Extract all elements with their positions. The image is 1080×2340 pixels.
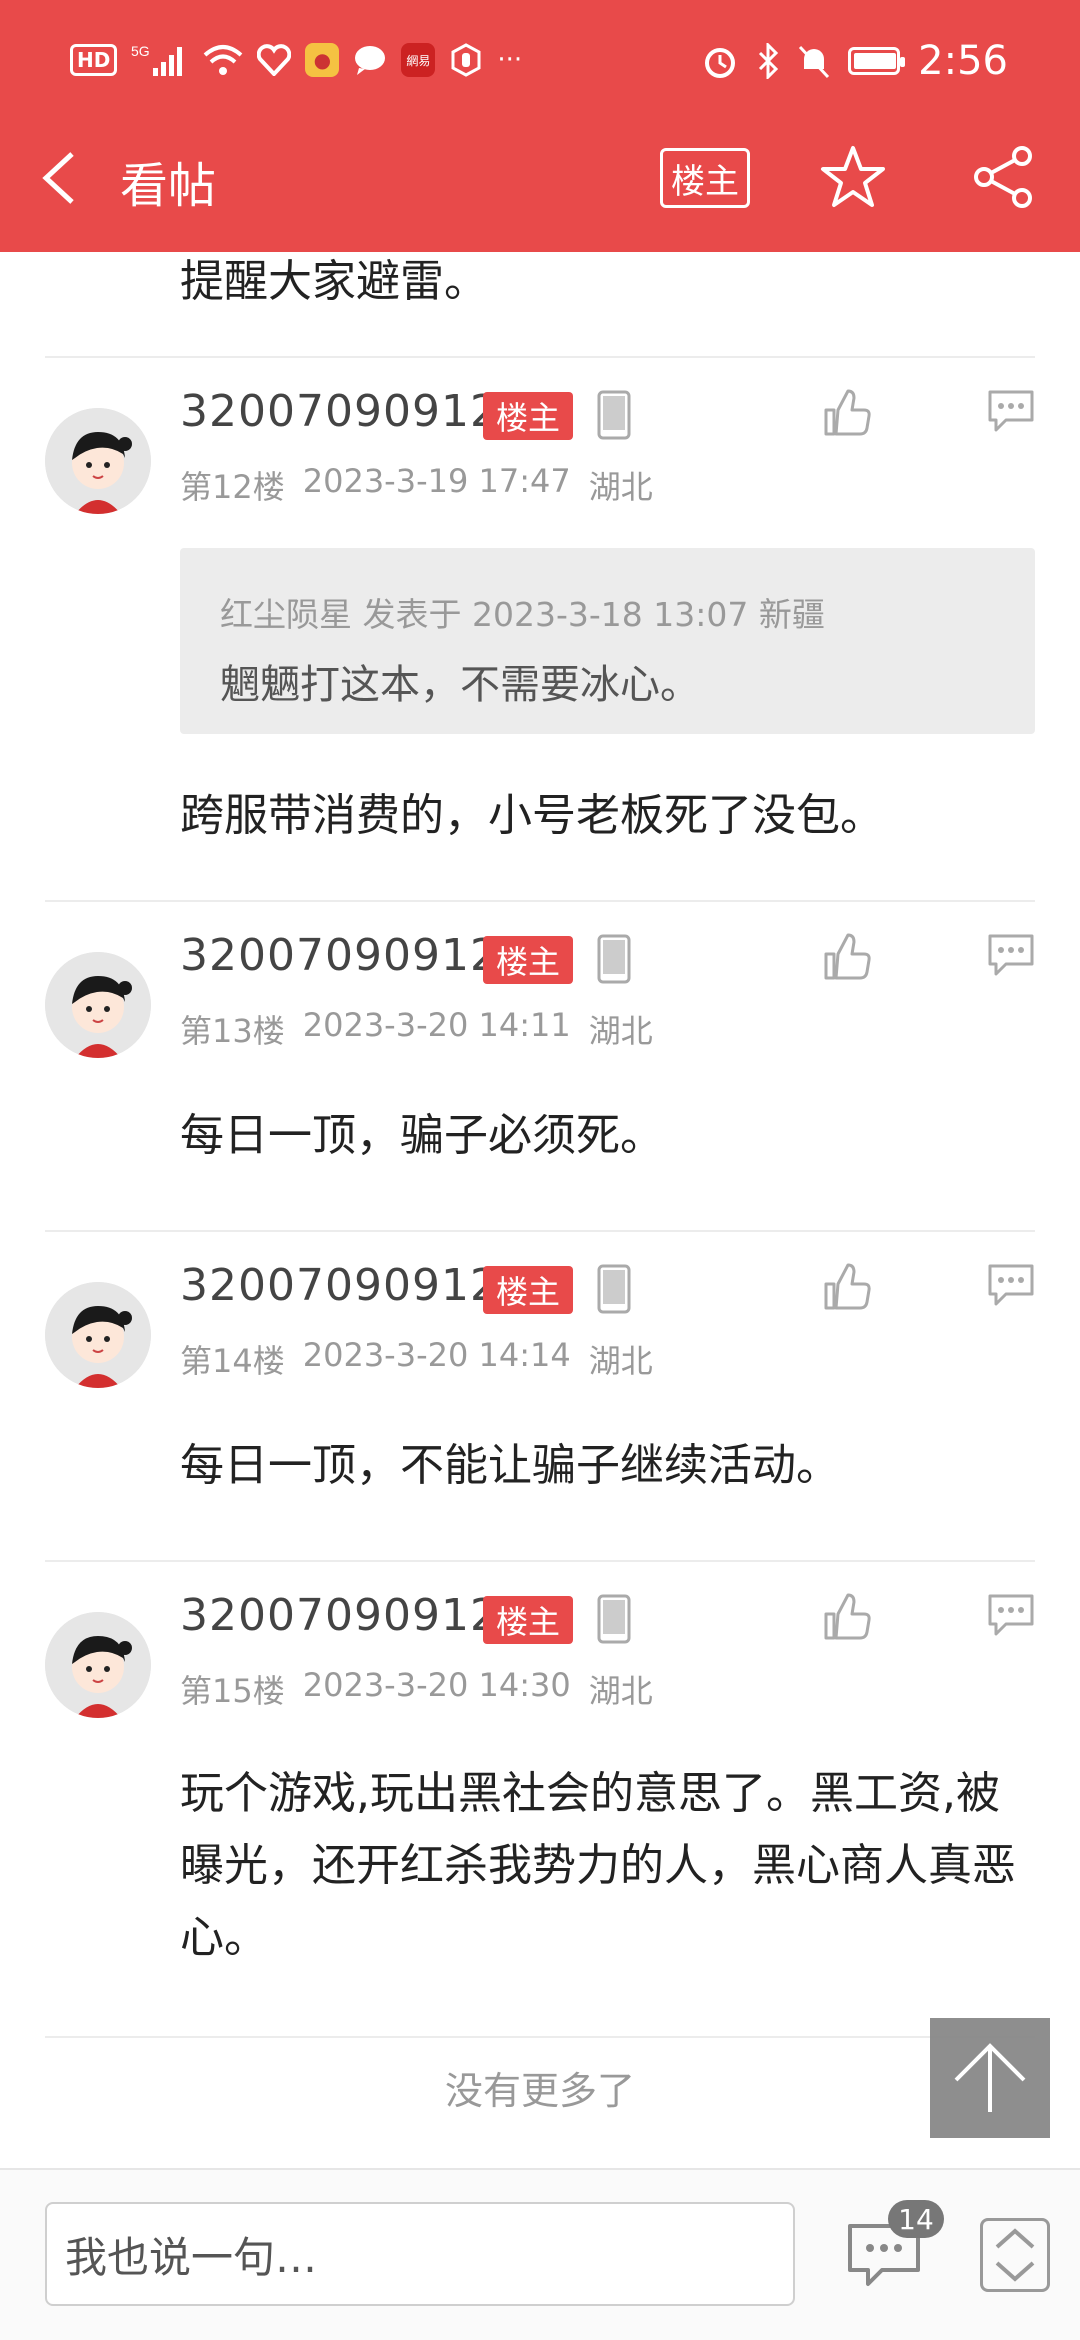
post-list[interactable]: 提醒大家避雷。 320070909121 楼主 第12楼 2023-3-19 1… <box>0 252 1080 2172</box>
network-type: 5G <box>131 43 150 59</box>
status-bar: HD 5G ● 網易 ··· 2:56 <box>0 30 1080 90</box>
post-location: 湖北 <box>588 1012 653 1050</box>
scroll-jump-button[interactable] <box>980 2218 1050 2292</box>
battery-icon <box>848 47 906 75</box>
post-time: 2023-3-20 14:14 <box>302 1336 571 1374</box>
heart-app-icon <box>257 44 292 76</box>
post-time: 2023-3-20 14:11 <box>302 1006 571 1044</box>
more-notifications: ··· <box>497 45 523 75</box>
floor-number: 第12楼 <box>180 468 285 506</box>
username[interactable]: 320070909121 <box>180 1260 528 1311</box>
nav-bar: 看帖 楼主 <box>0 130 1080 226</box>
reply-comment-icon[interactable] <box>986 388 1036 434</box>
post-text: 每日一顶，不能让骗子继续活动。 <box>180 1440 840 1491</box>
bluetooth-icon <box>756 43 780 79</box>
reply-comment-icon[interactable] <box>986 932 1036 978</box>
reply-comment-icon[interactable] <box>986 1592 1036 1638</box>
post-floor-14: 320070909121 楼主 第14楼 2023-3-20 14:14 湖北 … <box>0 1232 1080 1562</box>
like-thumb-icon[interactable] <box>822 1262 872 1312</box>
no-more-label: 没有更多了 <box>444 2069 635 2113</box>
floor-number: 第14楼 <box>180 1342 285 1380</box>
avatar[interactable] <box>45 952 151 1058</box>
page-title: 看帖 <box>120 158 217 214</box>
back-arrow-icon[interactable] <box>36 148 96 208</box>
avatar[interactable] <box>45 408 151 514</box>
share-icon[interactable] <box>970 144 1036 210</box>
post-floor-15: 320070909121 楼主 第15楼 2023-3-20 14:30 湖北 … <box>0 1562 1080 2032</box>
quote-meta: 红尘陨星 发表于 2023-3-18 13:07 新疆 <box>220 595 825 634</box>
username[interactable]: 320070909121 <box>180 386 528 437</box>
bottom-bar: 我也说一句… 14 <box>0 2168 1080 2340</box>
up-down-chevron-icon <box>995 2228 1035 2282</box>
avatar[interactable] <box>45 1612 151 1718</box>
back-to-top-button[interactable] <box>930 2018 1050 2138</box>
chat-bubble-icon <box>353 44 387 76</box>
mobile-device-icon <box>597 934 631 984</box>
post-text: 玩个游戏,玩出黑社会的意思了。黑工资,被曝光，还开红杀我势力的人，黑心商人真恶心… <box>180 1768 1016 1963</box>
mobile-device-icon <box>597 1264 631 1314</box>
owner-badge: 楼主 <box>483 1266 573 1314</box>
post-location: 湖北 <box>588 1342 653 1380</box>
mobile-device-icon <box>597 1594 631 1644</box>
post-meta: 第14楼 2023-3-20 14:14 湖北 <box>180 1336 653 1382</box>
mute-bell-icon <box>798 43 830 79</box>
mobile-device-icon <box>597 390 631 440</box>
post-floor-13: 320070909121 楼主 第13楼 2023-3-20 14:11 湖北 … <box>0 902 1080 1232</box>
comment-count-badge: 14 <box>888 2200 944 2238</box>
clock-time: 2:56 <box>918 38 1008 84</box>
app-header: HD 5G ● 網易 ··· 2:56 看帖 楼主 <box>0 0 1080 252</box>
arrow-up-icon <box>954 2043 1026 2112</box>
like-thumb-icon[interactable] <box>822 1592 872 1642</box>
floor-number: 第15楼 <box>180 1672 285 1710</box>
weibo-icon: ● <box>305 43 340 77</box>
like-thumb-icon[interactable] <box>822 388 872 438</box>
username[interactable]: 320070909121 <box>180 930 528 981</box>
divider <box>45 2036 1035 2038</box>
wifi-icon <box>203 43 243 77</box>
netease-icon: 網易 <box>401 43 436 77</box>
favorite-star-icon[interactable] <box>820 144 886 210</box>
hand-icon <box>449 43 483 77</box>
comment-input[interactable]: 我也说一句… <box>45 2202 795 2306</box>
post-time: 2023-3-19 17:47 <box>302 462 571 500</box>
owner-badge: 楼主 <box>483 392 573 440</box>
alarm-icon <box>702 43 738 79</box>
username[interactable]: 320070909121 <box>180 1590 528 1641</box>
quote-text: 魍魉打这本，不需要冰心。 <box>220 662 700 708</box>
previous-post-text: 提醒大家避雷。 <box>180 256 488 307</box>
quoted-post[interactable]: 红尘陨星 发表于 2023-3-18 13:07 新疆 魍魉打这本，不需要冰心。 <box>180 548 1035 734</box>
floor-number: 第13楼 <box>180 1012 285 1050</box>
post-time: 2023-3-20 14:30 <box>302 1666 571 1704</box>
signal-icon: 5G <box>131 42 189 78</box>
post-text: 每日一顶，骗子必须死。 <box>180 1110 664 1161</box>
post-text: 跨服带消费的，小号老板死了没包。 <box>180 790 884 841</box>
only-owner-button[interactable]: 楼主 <box>660 148 750 208</box>
hd-icon: HD <box>70 44 118 76</box>
like-thumb-icon[interactable] <box>822 932 872 982</box>
post-meta: 第12楼 2023-3-19 17:47 湖北 <box>180 462 653 508</box>
post-location: 湖北 <box>588 1672 653 1710</box>
owner-badge: 楼主 <box>483 1596 573 1644</box>
post-location: 湖北 <box>588 468 653 506</box>
owner-badge: 楼主 <box>483 936 573 984</box>
reply-comment-icon[interactable] <box>986 1262 1036 1308</box>
avatar[interactable] <box>45 1282 151 1388</box>
post-meta: 第13楼 2023-3-20 14:11 湖北 <box>180 1006 653 1052</box>
post-meta: 第15楼 2023-3-20 14:30 湖北 <box>180 1666 653 1712</box>
